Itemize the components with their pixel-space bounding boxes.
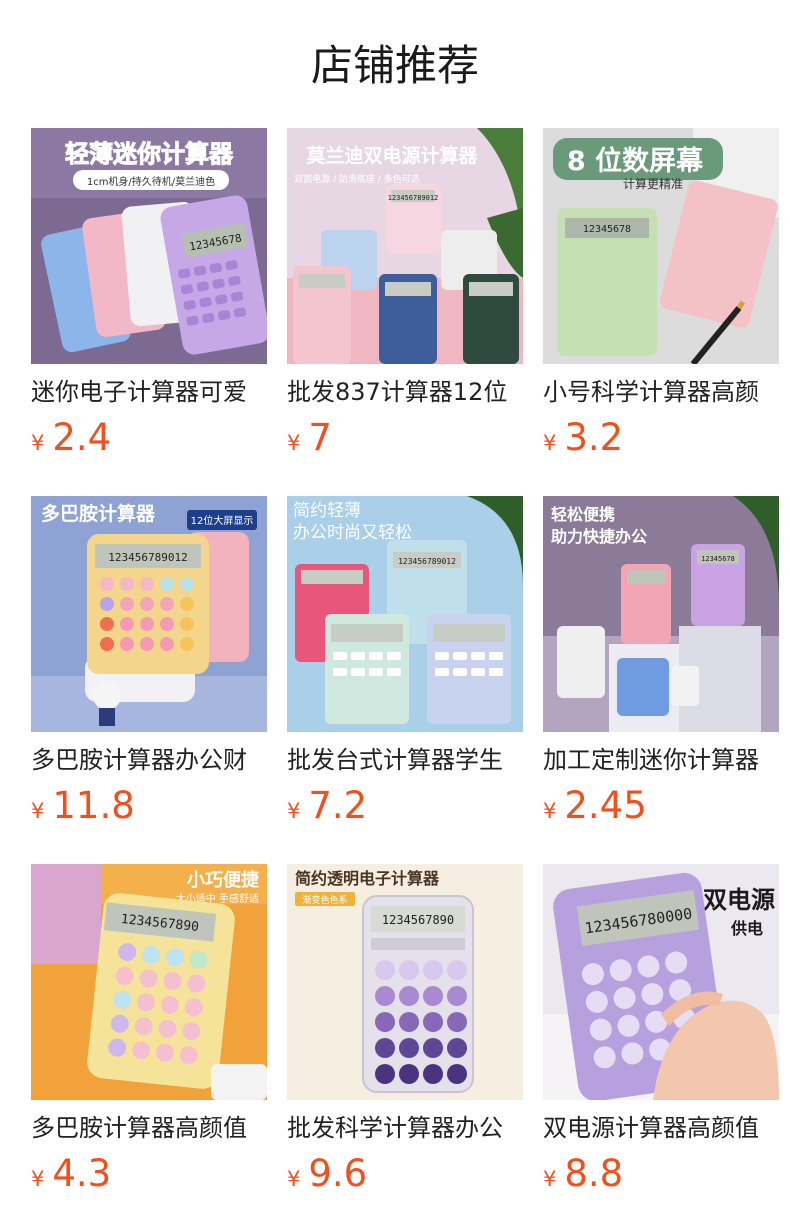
- product-image[interactable]: 小巧便捷 大小适中 手感舒适 1234567890: [31, 864, 267, 1100]
- product-price: ¥9.6: [287, 1151, 367, 1197]
- product-name[interactable]: 批发科学计算器办公: [287, 1110, 523, 1146]
- page-title: 店铺推荐: [310, 41, 479, 90]
- image-subline: 1cm机身/持久待机/莫兰迪色: [87, 175, 215, 188]
- price-value: 2.45: [564, 784, 647, 827]
- product-price: ¥11.8: [31, 783, 135, 829]
- product-image[interactable]: 多巴胺计算器 12位大屏显示 123456789012: [31, 496, 267, 732]
- image-lcd: 12345678: [701, 555, 735, 563]
- currency-symbol: ¥: [543, 431, 557, 455]
- image-lcd: 1234567890: [382, 913, 454, 927]
- image-subline: 双面电源 / 防滑底座 / 多色可选: [294, 173, 420, 185]
- image-headline: 8 位数屏幕: [567, 145, 704, 177]
- product-price: ¥2.45: [543, 783, 647, 829]
- product-price: ¥7: [287, 415, 332, 461]
- price-value: 7.2: [308, 784, 368, 827]
- product-image[interactable]: 简约透明电子计算器 渐变色色系 1234567890: [287, 864, 523, 1100]
- image-subline: 供电: [730, 919, 763, 938]
- product-price: ¥2.4: [31, 415, 111, 461]
- image-badge: 渐变色色系: [302, 894, 347, 906]
- product-image[interactable]: 轻松便携 助力快捷办公 12345678: [543, 496, 779, 732]
- image-headline: 简约透明电子计算器: [295, 869, 440, 888]
- product-name[interactable]: 多巴胺计算器办公财: [31, 742, 267, 778]
- product-image[interactable]: 双电源 供电 123456780000: [543, 864, 779, 1100]
- price-value: 2.4: [52, 416, 112, 459]
- price-value: 7: [308, 416, 332, 459]
- product-image[interactable]: 8 位数屏幕 计算更精准 12345678: [543, 128, 779, 364]
- product-name[interactable]: 加工定制迷你计算器: [543, 742, 779, 778]
- currency-symbol: ¥: [287, 1167, 301, 1191]
- image-headline: 轻薄迷你计算器: [65, 140, 234, 168]
- price-value: 4.3: [52, 1152, 112, 1195]
- image-subline: 助力快捷办公: [551, 527, 647, 546]
- currency-symbol: ¥: [287, 799, 301, 823]
- price-value: 8.8: [564, 1152, 624, 1195]
- currency-symbol: ¥: [31, 799, 45, 823]
- currency-symbol: ¥: [31, 1167, 45, 1191]
- image-headline: 小巧便捷: [187, 869, 260, 891]
- image-headline: 多巴胺计算器: [41, 502, 156, 525]
- image-badge: 12位大屏显示: [191, 514, 254, 527]
- product-name[interactable]: 多巴胺计算器高颜值: [31, 1110, 267, 1146]
- product-price: ¥4.3: [31, 1151, 111, 1197]
- image-lcd: 123456789012: [398, 557, 456, 566]
- product-name[interactable]: 批发837计算器12位: [287, 374, 523, 410]
- product-price: ¥7.2: [287, 783, 367, 829]
- currency-symbol: ¥: [543, 1167, 557, 1191]
- image-lcd: 123456789012: [388, 194, 439, 202]
- image-lcd: 12345678: [583, 224, 631, 235]
- product-image[interactable]: 轻薄迷你计算器 1cm机身/持久待机/莫兰迪色 12345678: [31, 128, 267, 364]
- product-price: ¥8.8: [543, 1151, 623, 1197]
- product-name[interactable]: 小号科学计算器高颜: [543, 374, 779, 410]
- product-name[interactable]: 双电源计算器高颜值: [543, 1110, 779, 1146]
- product-name[interactable]: 批发台式计算器学生: [287, 742, 523, 778]
- currency-symbol: ¥: [543, 799, 557, 823]
- currency-symbol: ¥: [287, 431, 301, 455]
- price-value: 9.6: [308, 1152, 368, 1195]
- price-value: 11.8: [52, 784, 135, 827]
- image-headline: 简约轻薄: [293, 501, 361, 521]
- currency-symbol: ¥: [31, 431, 45, 455]
- image-subline: 计算更精准: [623, 176, 683, 191]
- price-value: 3.2: [564, 416, 624, 459]
- image-headline: 双电源: [703, 886, 775, 914]
- product-price: ¥3.2: [543, 415, 623, 461]
- product-image[interactable]: 莫兰迪双电源计算器 双面电源 / 防滑底座 / 多色可选 12345678901…: [287, 128, 523, 364]
- image-headline: 莫兰迪双电源计算器: [306, 144, 478, 167]
- image-headline: 轻松便携: [551, 505, 615, 524]
- product-image[interactable]: 简约轻薄 办公时尚又轻松 123456789012: [287, 496, 523, 732]
- product-name[interactable]: 迷你电子计算器可爱: [31, 374, 267, 410]
- image-lcd: 123456789012: [108, 551, 187, 564]
